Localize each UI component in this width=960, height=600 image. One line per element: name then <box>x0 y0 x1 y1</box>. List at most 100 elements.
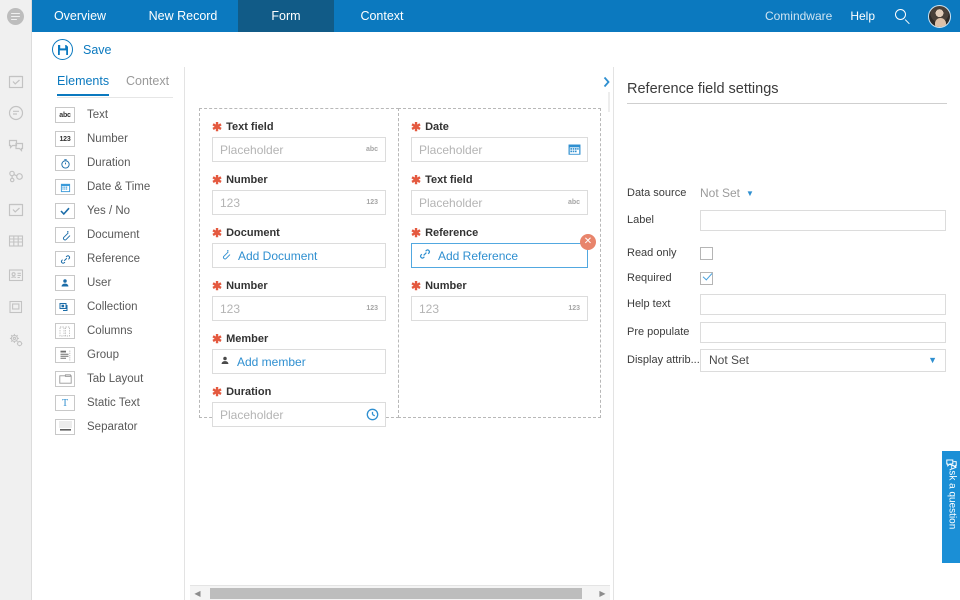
delete-field-button[interactable]: ✕ <box>580 234 596 250</box>
rail-item-org-nodes[interactable] <box>6 167 26 187</box>
field-label-text: Number <box>226 280 268 292</box>
hamburger-menu-button[interactable] <box>0 0 32 32</box>
element-item-user[interactable]: User <box>33 271 185 295</box>
form-field-text-field-2[interactable]: ✱ Text field Placeholder abc <box>411 174 588 215</box>
number-input[interactable]: 123 123 <box>212 296 386 321</box>
rail-item-settings[interactable] <box>6 330 26 350</box>
form-field-number-3[interactable]: ✱ Number 123 123 <box>411 280 588 321</box>
panel-divider <box>608 92 610 112</box>
required-checkbox[interactable] <box>700 272 713 285</box>
field-label: ✱ Reference <box>411 227 588 239</box>
element-label: Static Text <box>87 397 140 409</box>
brand-label: Comindware <box>765 9 832 23</box>
rail-item-table[interactable] <box>6 231 26 251</box>
rail-item-inbox-check[interactable] <box>6 72 26 92</box>
chevron-down-icon: ▼ <box>928 355 937 365</box>
setting-row-data-source: Data source Not Set ▼ <box>627 182 754 204</box>
add-reference-label: Add Reference <box>438 249 518 263</box>
chevron-down-icon[interactable]: ▼ <box>746 189 754 198</box>
form-field-document[interactable]: ✱ Document Add Document <box>212 227 386 268</box>
circle-list-icon <box>6 103 26 123</box>
setting-label: Read only <box>627 247 700 259</box>
element-item-document[interactable]: Document <box>33 223 185 247</box>
element-label: Tab Layout <box>87 373 143 385</box>
tab-new-record[interactable]: New Record <box>128 0 238 32</box>
text-input[interactable]: Placeholder abc <box>411 190 588 215</box>
rail-item-book[interactable] <box>6 297 26 317</box>
help-link[interactable]: Help <box>850 9 875 23</box>
element-item-text[interactable]: abc Text <box>33 103 185 127</box>
element-label: Reference <box>87 253 140 265</box>
ask-a-question-tab[interactable]: Ask a question <box>942 451 960 563</box>
hamburger-icon <box>7 8 24 25</box>
rail-item-circle-list[interactable] <box>6 103 26 123</box>
scroll-right-arrow[interactable]: ▶ <box>595 586 610 600</box>
canvas-horizontal-scrollbar[interactable]: ◀ ▶ <box>190 585 610 600</box>
scroll-left-arrow[interactable]: ◀ <box>190 586 205 600</box>
element-item-date-time[interactable]: Date & Time <box>33 175 185 199</box>
form-field-duration[interactable]: ✱ Duration Placeholder <box>212 386 386 427</box>
element-item-number[interactable]: 123 Number <box>33 127 185 151</box>
element-item-yes-no[interactable]: Yes / No <box>33 199 185 223</box>
rail-item-inbox-check-2[interactable] <box>6 200 26 220</box>
add-member-button[interactable]: Add member <box>212 349 386 374</box>
form-field-number-2[interactable]: ✱ Number 123 123 <box>212 280 386 321</box>
element-item-static-text[interactable]: T Static Text <box>33 391 185 415</box>
rail-item-chat[interactable] <box>6 135 26 155</box>
add-document-button[interactable]: Add Document <box>212 243 386 268</box>
display-attribute-select[interactable]: Not Set ▼ <box>700 349 946 372</box>
tab-elements[interactable]: Elements <box>57 74 109 96</box>
element-item-separator[interactable]: Separator <box>33 415 185 439</box>
form-field-date[interactable]: ✱ Date Placeholder <box>411 121 588 162</box>
required-asterisk: ✱ <box>411 121 421 133</box>
element-item-collection[interactable]: Collection <box>33 295 185 319</box>
letter-t-icon: T <box>55 395 75 411</box>
rail-item-id-card[interactable] <box>6 265 26 285</box>
element-item-group[interactable]: Group <box>33 343 185 367</box>
group-lines-icon <box>55 347 75 363</box>
element-item-tab-layout[interactable]: Tab Layout <box>33 367 185 391</box>
calendar-icon <box>55 179 75 195</box>
form-field-member[interactable]: ✱ Member Add member <box>212 333 386 374</box>
form-field-number-1[interactable]: ✱ Number 123 123 <box>212 174 386 215</box>
setting-label: Help text <box>627 298 700 310</box>
scrollbar-thumb[interactable] <box>210 588 582 599</box>
element-item-columns[interactable]: Columns <box>33 319 185 343</box>
number-input[interactable]: 123 123 <box>411 296 588 321</box>
number-input[interactable]: 123 123 <box>212 190 386 215</box>
tab-form[interactable]: Form <box>238 0 334 32</box>
avatar[interactable] <box>928 5 951 28</box>
text-input[interactable]: Placeholder abc <box>212 137 386 162</box>
tab-overview[interactable]: Overview <box>32 0 128 32</box>
top-navigation-bar: Overview New Record Form Context Comindw… <box>0 0 960 32</box>
form-column-left[interactable]: ✱ Text field Placeholder abc ✱ Number 12… <box>199 108 399 418</box>
date-input[interactable]: Placeholder <box>411 137 588 162</box>
add-reference-button[interactable]: Add Reference ✕ <box>411 243 588 268</box>
element-label: Group <box>87 349 119 361</box>
data-source-value[interactable]: Not Set <box>700 186 740 200</box>
setting-row-label: Label <box>627 209 946 231</box>
help-text-input[interactable] <box>700 294 946 315</box>
form-field-reference[interactable]: ✱ Reference Add Reference ✕ <box>411 227 588 268</box>
chevron-right-icon[interactable] <box>602 76 616 90</box>
123-icon: 123 <box>366 305 378 312</box>
tab-context[interactable]: Context <box>334 0 430 32</box>
clock-icon[interactable] <box>366 408 379 421</box>
element-label: Document <box>87 229 139 241</box>
element-item-duration[interactable]: Duration <box>33 151 185 175</box>
search-icon[interactable] <box>895 9 910 24</box>
tab-context-panel[interactable]: Context <box>126 74 169 94</box>
read-only-checkbox[interactable] <box>700 247 713 260</box>
label-field-input[interactable] <box>700 210 946 231</box>
element-item-reference[interactable]: Reference <box>33 247 185 271</box>
field-label-text: Reference <box>425 227 478 239</box>
calendar-icon[interactable] <box>568 143 581 156</box>
setting-row-pre-populate: Pre populate <box>627 321 946 343</box>
field-placeholder: Placeholder <box>419 143 482 157</box>
field-label: ✱ Duration <box>212 386 386 398</box>
form-column-right[interactable]: ✱ Date Placeholder ✱ Text field Placehol… <box>398 108 601 418</box>
form-field-text-field-1[interactable]: ✱ Text field Placeholder abc <box>212 121 386 162</box>
save-button[interactable]: Save <box>52 39 112 60</box>
pre-populate-input[interactable] <box>700 322 946 343</box>
duration-input[interactable]: Placeholder <box>212 402 386 427</box>
